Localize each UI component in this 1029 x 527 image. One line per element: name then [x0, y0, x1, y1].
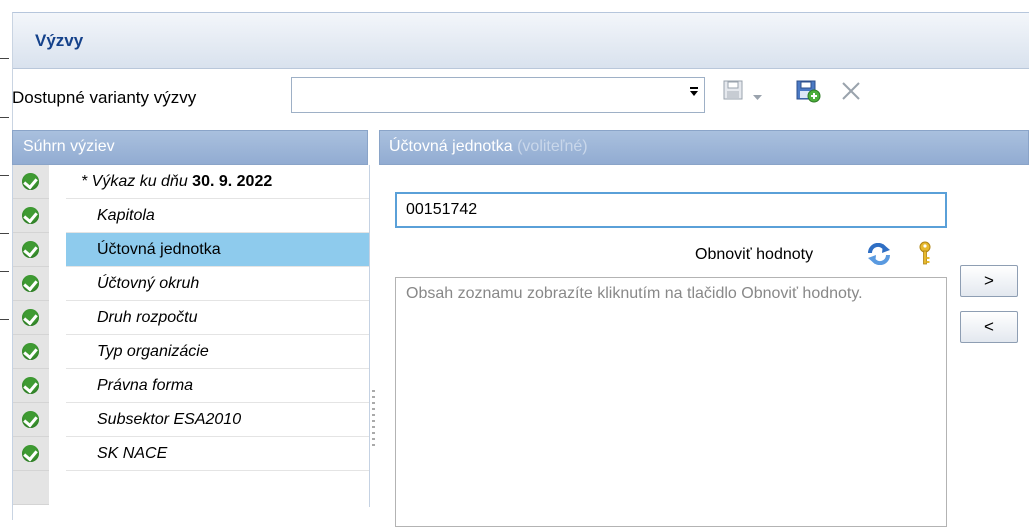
window-titlebar: Výzvy	[13, 13, 1029, 69]
summary-item-sk-nace[interactable]: SK NACE	[13, 437, 369, 471]
check-ok-icon	[22, 207, 39, 224]
variant-label: Dostupné varianty výzvy	[12, 88, 197, 107]
save-disabled-icon[interactable]	[722, 79, 744, 106]
summary-item-label: Účtovná jednotka	[66, 233, 369, 267]
report-date: 30. 9. 2022	[192, 173, 273, 190]
check-ok-icon	[22, 343, 39, 360]
summary-item-report-date[interactable]: * Výkaz ku dňu 30. 9. 2022	[13, 165, 369, 199]
add-value-button[interactable]: >	[960, 265, 1018, 297]
tick	[0, 233, 9, 234]
summary-item-subsektor-esa2010[interactable]: Subsektor ESA2010	[13, 403, 369, 437]
tick	[0, 58, 9, 59]
report-date-prefix: * Výkaz ku dňu	[81, 173, 193, 190]
refresh-icon[interactable]	[866, 242, 892, 270]
refresh-values-link[interactable]: Obnoviť hodnoty	[695, 246, 813, 264]
summary-item-label: Kapitola	[66, 199, 369, 233]
tick	[0, 175, 9, 176]
window-title: Výzvy	[35, 31, 84, 50]
tick	[0, 117, 9, 118]
optional-label: (voliteľné)	[517, 138, 588, 155]
list-hint: Obsah zoznamu zobrazíte kliknutím na tla…	[406, 285, 863, 302]
detail-title: Účtovná jednotka	[389, 138, 513, 155]
tick	[0, 271, 9, 272]
summary-item-pravna-forma[interactable]: Právna forma	[13, 369, 369, 403]
summary-item-label: SK NACE	[66, 437, 369, 471]
summary-item-kapitola[interactable]: Kapitola	[13, 199, 369, 233]
delete-icon[interactable]	[840, 80, 862, 107]
check-ok-icon	[22, 445, 39, 462]
tick	[0, 319, 9, 320]
panel-splitter[interactable]	[372, 390, 375, 450]
summary-item-label: Subsektor ESA2010	[66, 403, 369, 437]
key-icon[interactable]	[918, 241, 932, 272]
summary-item-uctovny-okruh[interactable]: Účtovný okruh	[13, 267, 369, 301]
summary-item-label: Účtovný okruh	[66, 267, 369, 301]
values-list[interactable]: Obsah zoznamu zobrazíte kliknutím na tla…	[395, 277, 947, 527]
check-ok-icon	[22, 309, 39, 326]
summary-header: Súhrn výziev	[12, 130, 368, 165]
summary-list: * Výkaz ku dňu 30. 9. 2022 Kapitola Účto…	[12, 165, 370, 507]
check-ok-icon	[22, 241, 39, 258]
check-ok-icon	[22, 173, 39, 190]
save-dropdown-icon[interactable]	[753, 86, 762, 106]
remove-value-button[interactable]: <	[960, 311, 1018, 343]
save-as-new-icon[interactable]	[795, 79, 821, 108]
summary-item-druh-rozpoctu[interactable]: Druh rozpočtu	[13, 301, 369, 335]
left-edge-ticks	[0, 0, 12, 519]
chevron-down-icon[interactable]	[690, 87, 698, 96]
summary-item-uctovna-jednotka[interactable]: Účtovná jednotka	[13, 233, 369, 267]
summary-item-label: Právna forma	[66, 369, 369, 403]
summary-item-typ-organizacie[interactable]: Typ organizácie	[13, 335, 369, 369]
variant-select[interactable]	[291, 77, 705, 113]
detail-header: Účtovná jednotka (voliteľné)	[379, 130, 1029, 165]
check-ok-icon	[22, 275, 39, 292]
summary-item-label: Druh rozpočtu	[66, 301, 369, 335]
check-ok-icon	[22, 411, 39, 428]
accounting-unit-input[interactable]: 00151742	[395, 192, 947, 228]
check-ok-icon	[22, 377, 39, 394]
summary-item-empty	[13, 471, 369, 505]
summary-item-label: Typ organizácie	[66, 335, 369, 369]
